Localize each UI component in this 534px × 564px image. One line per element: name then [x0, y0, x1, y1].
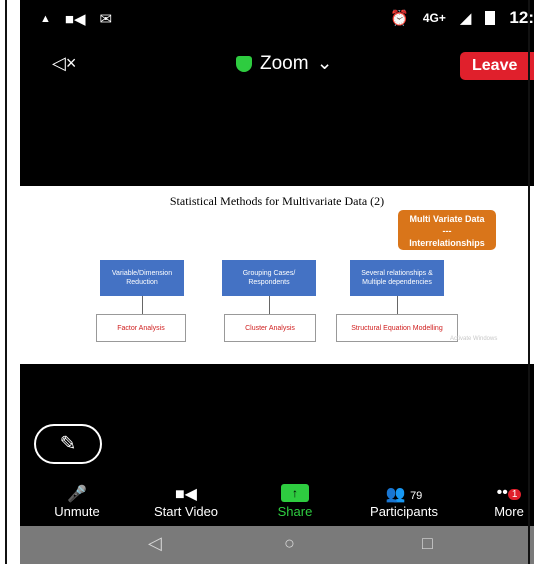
pen-icon[interactable]: ✎: [34, 424, 102, 464]
battery-icon: [485, 11, 496, 25]
video-icon: ■◀: [64, 11, 86, 28]
video-off-icon: ■◀: [175, 486, 197, 503]
more-dots-icon: ••: [496, 484, 508, 501]
clock: 12:: [509, 8, 534, 27]
home-circle-icon[interactable]: ○: [284, 533, 295, 554]
connector-line: [269, 296, 270, 314]
alarm-icon: ⏰: [390, 10, 409, 27]
left-border: [5, 0, 7, 564]
meeting-title: Zoom: [260, 52, 309, 74]
screenshot-frame: ▲ ■◀ ✉ ⏰ 4G+ ◢ 12: ◁× Zoom ⌄ Leave Stati…: [0, 0, 534, 564]
shared-slide: Statistical Methods for Multivariate Dat…: [20, 186, 534, 364]
chevron-down-icon: ⌄: [316, 53, 333, 74]
share-label: Share: [277, 504, 313, 519]
highlight-line2: ---: [442, 226, 452, 236]
method-box: Structural Equation Modelling: [336, 314, 458, 342]
unmute-button[interactable]: 🎤 Unmute: [44, 484, 110, 519]
highlight-line1: Multi Variate Data: [409, 214, 485, 224]
meeting-toolbar: 🎤 Unmute ■◀ Start Video ↑ Share 👥 79 Par…: [20, 484, 534, 526]
leave-button[interactable]: Leave: [460, 52, 534, 80]
connector-line: [142, 296, 143, 314]
method-box: Cluster Analysis: [224, 314, 316, 342]
participants-label: Participants: [370, 504, 438, 519]
start-video-label: Start Video: [153, 504, 219, 519]
slide-title: Statistical Methods for Multivariate Dat…: [169, 194, 385, 208]
back-triangle-icon[interactable]: ◁: [148, 533, 162, 554]
category-box: Grouping Cases/ Respondents: [222, 260, 316, 296]
android-nav-bar: ◁ ○ □: [20, 526, 534, 564]
more-button[interactable]: •• 1 More: [486, 484, 532, 519]
share-button[interactable]: ↑ Share: [266, 484, 324, 519]
highlight-box: Multi Variate Data --- Interrelationship…: [398, 210, 496, 250]
category-box: Several relationships & Multiple depende…: [350, 260, 444, 296]
more-badge: 1: [507, 489, 522, 500]
meeting-title-button[interactable]: Zoom ⌄: [236, 52, 333, 75]
share-arrow-icon: ↑: [281, 484, 309, 502]
phone-screen: ▲ ■◀ ✉ ⏰ 4G+ ◢ 12: ◁× Zoom ⌄ Leave Stati…: [20, 0, 534, 564]
speaker-muted-icon[interactable]: ◁×: [52, 53, 76, 74]
category-box: Variable/Dimension Reduction: [100, 260, 184, 296]
signal-bars-icon: ◢: [459, 10, 472, 27]
watermark: Activate Windows: [450, 336, 498, 342]
right-border: [528, 0, 530, 564]
meeting-header: ◁× Zoom ⌄ Leave: [20, 44, 534, 84]
recents-square-icon[interactable]: □: [422, 533, 433, 554]
network-label: 4G+: [422, 11, 446, 25]
more-label: More: [494, 504, 524, 519]
participants-count: 79: [410, 490, 423, 502]
unmute-label: Unmute: [54, 504, 100, 519]
method-box: Factor Analysis: [96, 314, 186, 342]
start-video-button[interactable]: ■◀ Start Video: [138, 484, 234, 519]
mic-muted-icon: 🎤: [67, 486, 87, 503]
participants-button[interactable]: 👥 79 Participants: [354, 484, 454, 519]
status-bar: ▲ ■◀ ✉ ⏰ 4G+ ◢ 12:: [20, 0, 534, 36]
participants-icon: 👥: [385, 486, 406, 503]
highlight-line3: Interrelationships: [409, 238, 485, 248]
mail-icon: ✉: [99, 11, 113, 28]
shield-check-icon: [236, 55, 252, 72]
connector-line: [397, 296, 398, 314]
signal-icon: ▲: [40, 13, 51, 25]
